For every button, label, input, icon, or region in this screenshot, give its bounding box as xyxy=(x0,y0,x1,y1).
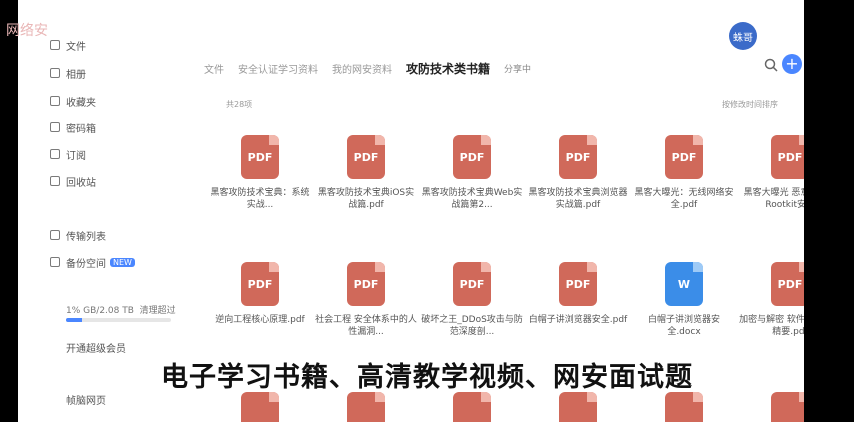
sidebar-item-label: 密码箱 xyxy=(66,124,96,135)
tab-security-cert[interactable]: 安全认证学习资料 xyxy=(238,61,318,76)
file-item[interactable]: PDF 白帽子讲浏览器安全.pdf xyxy=(526,262,630,326)
file-item[interactable]: PDF 破坏之王_DDoS攻击与防范深度剖... xyxy=(420,262,524,338)
file-item[interactable]: PDF 黑客攻防技术宝典浏览器实战篇.pdf xyxy=(526,135,630,211)
pdf-file-icon xyxy=(771,392,804,422)
file-item-partial[interactable] xyxy=(314,392,418,422)
web-version-link[interactable]: 帧脑网页 xyxy=(66,392,106,407)
sidebar-item-label: 订阅 xyxy=(66,151,86,162)
file-name: 社会工程 安全体系中的人性漏洞... xyxy=(315,315,417,337)
watermark-text: 网络安 xyxy=(6,23,48,39)
file-name: 黑客攻防技术宝典Web实战篇第2... xyxy=(421,188,523,210)
pdf-file-icon: PDF xyxy=(559,262,597,306)
pdf-file-icon: PDF xyxy=(771,135,804,179)
pdf-file-icon: PDF xyxy=(453,262,491,306)
word-file-icon: W xyxy=(665,262,703,306)
storage-usage-text: 1% GB/2.08 TB xyxy=(66,306,134,316)
file-item[interactable]: W 白帽子讲浏览器安全.docx xyxy=(632,262,736,338)
file-name: 加密与解密 软件漏洞分析精要.pdf xyxy=(739,315,804,337)
star-icon xyxy=(50,96,60,106)
photo-icon xyxy=(50,68,60,78)
storage-cleanup-link[interactable]: 清理超过 xyxy=(140,306,176,316)
sidebar-item-vault[interactable]: 密码箱 xyxy=(50,120,96,135)
file-item-partial[interactable] xyxy=(208,392,312,422)
storage-bar-fill xyxy=(66,318,82,322)
sidebar-item-favorites[interactable]: 收藏夹 xyxy=(50,94,96,109)
backup-icon xyxy=(50,257,60,267)
tab-my-security[interactable]: 我的网安资料 xyxy=(332,61,392,76)
sidebar-item-label: 相册 xyxy=(66,70,86,81)
file-item-partial[interactable] xyxy=(632,392,736,422)
caption-text: 电子学习书籍、高清教学视频、网安面试题 xyxy=(161,362,693,393)
pdf-file-icon xyxy=(347,392,385,422)
file-item-partial[interactable] xyxy=(738,392,804,422)
tab-attack-defense-books[interactable]: 攻防技术类书籍 xyxy=(406,60,490,77)
file-item[interactable]: PDF 社会工程 安全体系中的人性漏洞... xyxy=(314,262,418,338)
sidebar-item-photos[interactable]: 相册 xyxy=(50,66,86,81)
pdf-file-icon: PDF xyxy=(453,135,491,179)
pdf-file-icon xyxy=(241,392,279,422)
lock-icon xyxy=(50,122,60,132)
file-item[interactable]: PDF 黑客攻防技术宝典Web实战篇第2... xyxy=(420,135,524,211)
pdf-file-icon: PDF xyxy=(347,135,385,179)
file-icon xyxy=(50,40,60,50)
file-item[interactable]: PDF 黑客攻防技术宝典：系统实战... xyxy=(208,135,312,211)
file-item[interactable]: PDF 黑客大曝光：无线网络安全.pdf xyxy=(632,135,736,211)
file-name: 破坏之王_DDoS攻击与防范深度剖... xyxy=(421,315,523,337)
file-item-partial[interactable] xyxy=(420,392,524,422)
sidebar-item-label: 文件 xyxy=(66,42,86,53)
new-badge: NEW xyxy=(110,258,135,267)
file-name: 逆向工程核心原理.pdf xyxy=(215,315,305,325)
pdf-file-icon xyxy=(559,392,597,422)
pdf-file-icon xyxy=(453,392,491,422)
sidebar-item-files[interactable]: 文件 xyxy=(50,38,86,53)
file-count: 共28项 xyxy=(226,100,253,109)
sidebar-item-label: 备份空间 xyxy=(66,259,106,270)
vip-label: 开通超级会员 xyxy=(66,344,126,355)
sidebar-item-transfers[interactable]: 传输列表 xyxy=(50,228,106,243)
breadcrumb-tabs: 文件 安全认证学习资料 我的网安资料 攻防技术类书籍 分享中 xyxy=(204,58,531,78)
tab-sharing[interactable]: 分享中 xyxy=(504,62,531,75)
trash-icon xyxy=(50,176,60,186)
pdf-file-icon: PDF xyxy=(559,135,597,179)
sidebar-item-label: 回收站 xyxy=(66,178,96,189)
search-icon[interactable] xyxy=(764,58,778,72)
file-item[interactable]: PDF 黑客大曝光 恶意软件和Rootkit安... xyxy=(738,135,804,211)
web-version-label: 帧脑网页 xyxy=(66,396,106,407)
pdf-file-icon xyxy=(665,392,703,422)
pdf-file-icon: PDF xyxy=(241,135,279,179)
sidebar-item-subscriptions[interactable]: 订阅 xyxy=(50,147,86,162)
sidebar-item-label: 传输列表 xyxy=(66,232,106,243)
vip-button[interactable]: 开通超级会员 xyxy=(66,340,126,355)
file-name: 黑客大曝光：无线网络安全.pdf xyxy=(634,188,734,210)
add-button[interactable]: + xyxy=(782,54,802,74)
sidebar-item-label: 收藏夹 xyxy=(66,98,96,109)
transfer-icon xyxy=(50,230,60,240)
avatar[interactable]: 蛛哥 xyxy=(729,22,757,50)
file-item-partial[interactable] xyxy=(526,392,630,422)
file-name: 黑客攻防技术宝典浏览器实战篇.pdf xyxy=(528,188,628,210)
file-name: 黑客攻防技术宝典：系统实战... xyxy=(210,188,310,210)
file-item[interactable]: PDF 加密与解密 软件漏洞分析精要.pdf xyxy=(738,262,804,338)
tab-files[interactable]: 文件 xyxy=(204,61,224,76)
storage-bar xyxy=(66,318,171,322)
subscribe-icon xyxy=(50,149,60,159)
pdf-file-icon: PDF xyxy=(665,135,703,179)
sidebar-item-trash[interactable]: 回收站 xyxy=(50,174,96,189)
file-name: 白帽子讲浏览器安全.pdf xyxy=(528,315,628,325)
file-name: 黑客大曝光 恶意软件和Rootkit安... xyxy=(743,188,804,210)
file-item[interactable]: PDF 逆向工程核心原理.pdf xyxy=(208,262,312,326)
sidebar-item-backup[interactable]: 备份空间 NEW xyxy=(50,255,135,270)
storage-usage: 1% GB/2.08 TB 清理超过 xyxy=(66,303,176,316)
file-item[interactable]: PDF 黑客攻防技术宝典iOS实战篇.pdf xyxy=(314,135,418,211)
pdf-file-icon: PDF xyxy=(771,262,804,306)
file-name: 黑客攻防技术宝典iOS实战篇.pdf xyxy=(317,188,415,210)
file-name: 白帽子讲浏览器安全.docx xyxy=(647,315,720,337)
sort-dropdown[interactable]: 按修改时间排序 xyxy=(722,99,778,110)
pdf-file-icon: PDF xyxy=(347,262,385,306)
pdf-file-icon: PDF xyxy=(241,262,279,306)
